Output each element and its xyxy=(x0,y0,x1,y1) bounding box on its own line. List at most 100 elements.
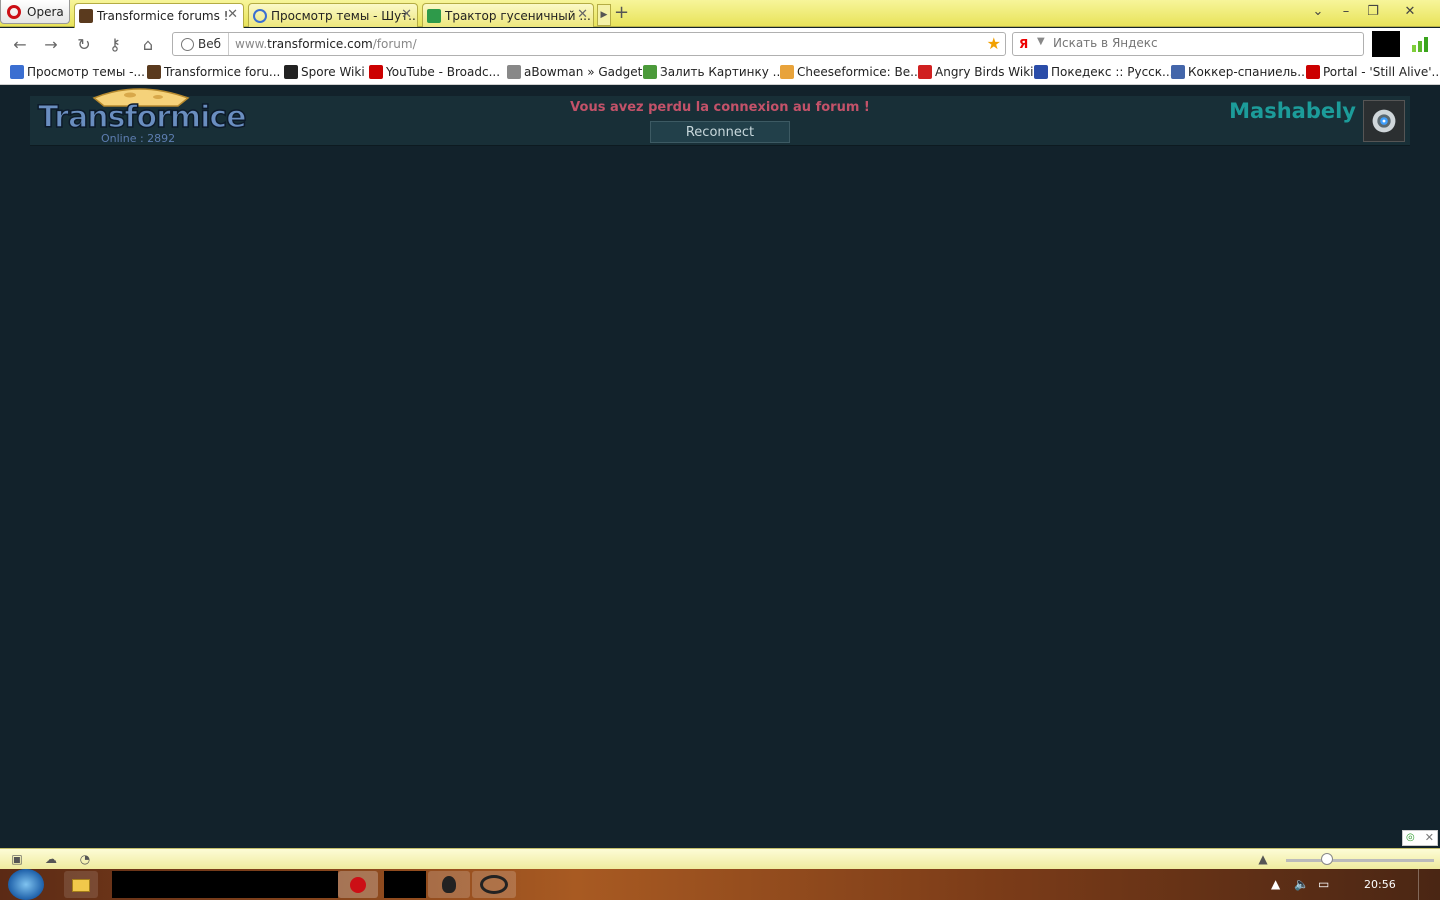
yandex-icon[interactable]: Я xyxy=(1019,37,1028,51)
bookmark-item[interactable]: Spore Wiki xyxy=(284,65,365,79)
opera-logo-icon xyxy=(7,4,21,19)
tab-prosmotr-temy[interactable]: Просмотр темы - Шут... ✕ xyxy=(248,3,418,27)
reconnect-button[interactable]: Reconnect xyxy=(650,121,790,143)
youtube-icon xyxy=(369,65,383,79)
online-count: Online : 2892 xyxy=(101,132,176,145)
adblock-widget[interactable]: ◎ ✕ xyxy=(1402,830,1438,846)
tab-label: Трактор гусеничный ... xyxy=(445,8,591,23)
username[interactable]: Mashabely xyxy=(1229,99,1356,123)
signal-bars-icon[interactable] xyxy=(1411,36,1429,52)
abowman-icon xyxy=(507,65,521,79)
swirl-icon xyxy=(253,9,267,23)
penguin-app-icon[interactable] xyxy=(428,871,470,898)
url-text[interactable]: www.transformice.com/forum/ xyxy=(235,37,417,51)
show-desktop-button[interactable] xyxy=(1418,869,1440,900)
bookmark-item[interactable]: aBowman » Gadgets xyxy=(507,65,649,79)
reload-icon[interactable]: ↻ xyxy=(73,34,95,56)
windows-taskbar: ▲ 🔈 ▭ 20:56 xyxy=(0,869,1440,900)
close-icon[interactable]: ✕ xyxy=(401,7,412,22)
bookmark-star-icon[interactable]: ★ xyxy=(987,34,1001,53)
tab-scroll-right-icon[interactable]: ▶ xyxy=(597,4,611,26)
bookmark-item[interactable]: Покедекс :: Русск... xyxy=(1034,65,1173,79)
speed-dial-icon[interactable]: ◔ xyxy=(77,852,93,866)
bookmark-label: Залить Картинку ... xyxy=(660,65,785,79)
connection-lost-message: Vous avez perdu la connexion au forum ! xyxy=(570,100,870,115)
close-icon[interactable]: ✕ xyxy=(227,7,238,22)
status-bar: ▣ ☁ ◔ ▲ xyxy=(0,848,1440,869)
network-icon[interactable]: ▭ xyxy=(1318,877,1329,891)
scheme-label: Веб xyxy=(198,37,222,51)
globe-icon xyxy=(181,37,194,51)
zoom-slider-handle[interactable] xyxy=(1321,853,1333,865)
restore-icon[interactable]: ❐ xyxy=(1361,2,1385,22)
zoom-slider[interactable] xyxy=(1286,859,1434,862)
pokedex-icon xyxy=(1034,65,1048,79)
book-icon xyxy=(427,9,441,23)
tab-label: Transformice forums ! xyxy=(97,9,229,23)
url-prefix: www. xyxy=(235,37,268,51)
web-page: Transformice Online : 2892 Vous avez per… xyxy=(0,86,1440,848)
toolbar-widget[interactable] xyxy=(1372,31,1400,57)
url-path: /forum/ xyxy=(372,37,417,51)
bookmarks-bar: Просмотр темы -... Transformice foru... Sp… xyxy=(0,61,1440,85)
cheese-icon xyxy=(780,65,794,79)
transformice-icon xyxy=(79,9,93,23)
tab-transformice-forums[interactable]: Transformice forums ! ✕ xyxy=(74,3,244,28)
tab-label: Просмотр темы - Шут... xyxy=(271,8,418,23)
window-close-icon[interactable]: ✕ xyxy=(1398,2,1422,22)
bookmark-item[interactable]: YouTube - Broadc... xyxy=(369,65,500,79)
swirl-icon xyxy=(10,65,24,79)
bookmark-label: Покедекс :: Русск... xyxy=(1051,65,1174,79)
opera-taskbar-button[interactable] xyxy=(338,871,378,898)
bookmark-item[interactable]: Cheeseformice: Be... xyxy=(780,65,922,79)
search-input[interactable] xyxy=(1051,35,1351,51)
app-icon[interactable] xyxy=(472,871,516,898)
star-page-icon xyxy=(1171,65,1185,79)
bookmark-label: Transformice foru... xyxy=(164,65,281,79)
adblock-icon: ◎ xyxy=(1406,832,1415,843)
new-tab-icon[interactable]: + xyxy=(614,3,629,23)
close-icon[interactable]: ✕ xyxy=(1425,831,1434,844)
site-info-button[interactable]: Веб xyxy=(173,33,229,55)
home-icon[interactable]: ⌂ xyxy=(137,34,159,56)
forward-icon[interactable]: → xyxy=(40,34,62,56)
tab-traktor[interactable]: Трактор гусеничный ... ✕ xyxy=(422,3,594,27)
key-icon[interactable]: ⚷ xyxy=(104,34,126,56)
back-icon[interactable]: ← xyxy=(9,34,31,56)
tray-expand-icon[interactable]: ▲ xyxy=(1271,877,1280,891)
windows-start-button[interactable] xyxy=(8,869,44,900)
chevron-down-icon[interactable]: ▼ xyxy=(1037,36,1045,47)
bookmark-label: YouTube - Broadc... xyxy=(386,65,501,79)
bookmark-label: Portal - 'Still Alive'... xyxy=(1323,65,1440,79)
bookmark-item[interactable]: Portal - 'Still Alive'... xyxy=(1306,65,1440,79)
taskbar-window-button[interactable] xyxy=(112,871,338,898)
taskbar-window-button[interactable] xyxy=(384,871,426,898)
file-explorer-icon[interactable] xyxy=(64,871,98,898)
bookmark-item[interactable]: Коккер-спаниель... xyxy=(1171,65,1309,79)
close-icon[interactable]: ✕ xyxy=(577,7,588,22)
bookmark-item[interactable]: Transformice foru... xyxy=(147,65,280,79)
volume-icon[interactable]: 🔈 xyxy=(1294,877,1309,891)
avatar[interactable] xyxy=(1363,100,1405,142)
tab-bar: Opera Transformice forums ! ✕ Просмотр т… xyxy=(0,0,1440,28)
bookmark-item[interactable]: Залить Картинку ... xyxy=(643,65,784,79)
address-field[interactable]: Веб www.transformice.com/forum/ ★ xyxy=(172,32,1006,56)
bookmark-label: Spore Wiki xyxy=(301,65,365,79)
bookmark-label: Angry Birds Wiki xyxy=(935,65,1034,79)
bookmark-item[interactable]: Просмотр темы -... xyxy=(10,65,145,79)
bookmark-item[interactable]: Angry Birds Wiki xyxy=(918,65,1033,79)
bookmark-label: Cheeseformice: Be... xyxy=(797,65,922,79)
tab-list-chevron-icon[interactable]: ⌄ xyxy=(1306,2,1330,22)
opera-menu-button[interactable]: Opera xyxy=(0,0,70,24)
panel-toggle-icon[interactable]: ▣ xyxy=(9,852,25,866)
zoom-up-icon[interactable]: ▲ xyxy=(1255,852,1271,866)
clock[interactable]: 20:56 xyxy=(1364,878,1396,891)
youtube-icon xyxy=(1306,65,1320,79)
minimize-icon[interactable]: – xyxy=(1334,2,1358,22)
search-box[interactable]: Я ▼ xyxy=(1012,32,1364,56)
cloud-icon[interactable]: ☁ xyxy=(43,852,59,866)
bookmark-label: Коккер-спаниель... xyxy=(1188,65,1309,79)
bookmark-label: aBowman » Gadgets xyxy=(524,65,649,79)
angry-bird-icon xyxy=(918,65,932,79)
url-host: transformice.com xyxy=(267,37,373,51)
